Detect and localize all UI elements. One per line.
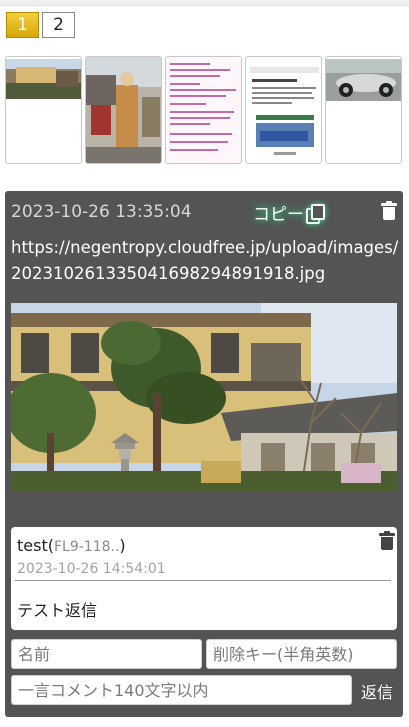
thumbnail-webpage-screenshot[interactable] [245,56,322,164]
reply-author-id: FL9-118.. [53,539,120,555]
page-2-button[interactable]: 2 [42,12,75,38]
post-image-url[interactable]: https://negentropy.cloudfree.jp/upload/i… [11,235,399,287]
top-divider [0,0,409,6]
thumbnail-strip [5,56,402,164]
page-1-button[interactable]: 1 [6,12,39,38]
post-card: 2023-10-26 13:35:04 コピー https://negentro… [5,191,403,717]
post-image[interactable] [11,303,397,491]
reply-card: test(FL9-118..) 2023-10-26 14:54:01 テスト返… [11,527,397,630]
thumbnail-car-image [326,57,401,163]
thumbnail-person-image [86,57,161,163]
post-image-building [11,303,397,491]
reply-body: テスト返信 [17,601,98,620]
thumbnail-text-image [166,57,241,163]
copy-button[interactable]: コピー [253,200,325,225]
reply-author: test(FL9-118..) [17,536,126,555]
reply-divider [15,580,391,581]
delete-key-input[interactable] [206,639,397,669]
name-input[interactable] [11,639,202,669]
thumbnail-building-image [6,57,81,163]
thumbnail-text-screenshot[interactable] [165,56,242,164]
reply-datetime: 2023-10-26 14:54:01 [17,561,166,577]
reply-trash-icon[interactable] [379,531,395,550]
comment-input[interactable] [11,675,352,705]
thumbnail-car[interactable] [325,56,402,164]
copy-icon [306,203,325,224]
reply-submit-button[interactable]: 返信 [357,677,397,705]
thumbnail-webpage-image [246,57,321,163]
pagination: 1 2 [6,12,75,38]
post-datetime: 2023-10-26 13:35:04 [11,202,192,222]
thumbnail-building[interactable] [5,56,82,164]
post-trash-icon[interactable] [381,201,397,220]
copy-button-label: コピー [253,205,304,225]
reply-author-name: test [17,536,48,555]
thumbnail-person[interactable] [85,56,162,164]
